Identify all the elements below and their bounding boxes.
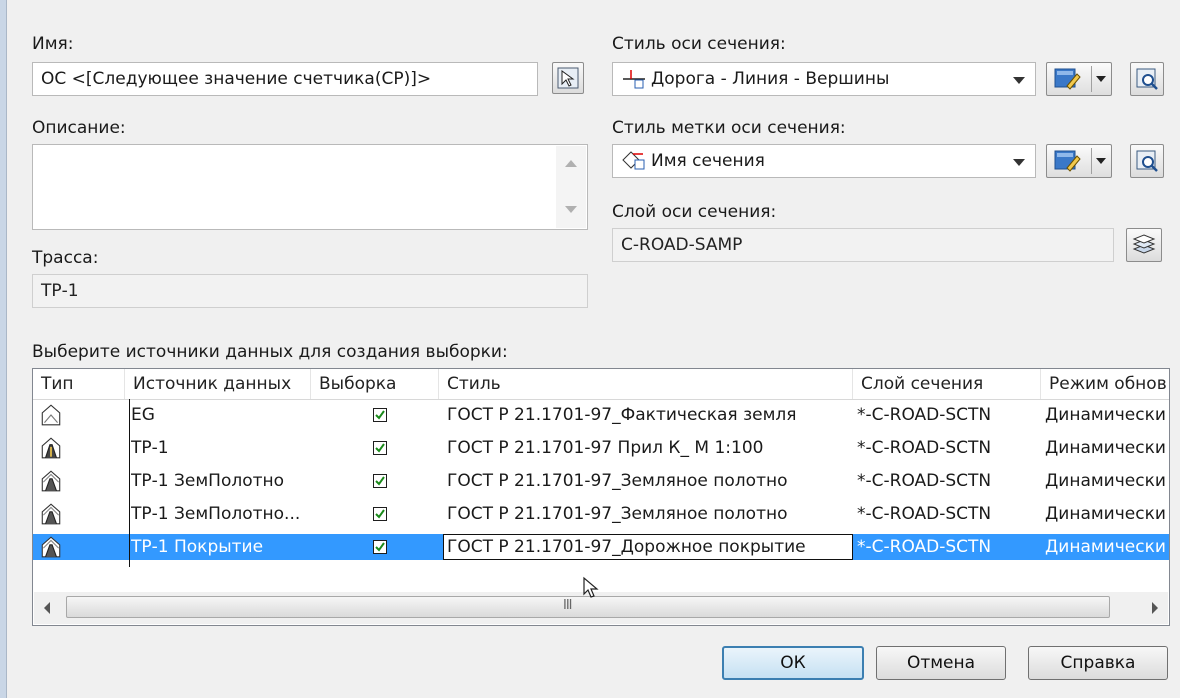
table-row[interactable]: ТР-1 ЗемПолотно... ГОСТ Р 21.1701-97_Земл… bbox=[33, 501, 1169, 527]
column-header-layer[interactable]: Слой сечения bbox=[853, 369, 1041, 399]
column-header-type[interactable]: Тип bbox=[33, 369, 125, 399]
update-mode-cell[interactable]: Динамически bbox=[1045, 501, 1169, 527]
column-header-source[interactable]: Источник данных bbox=[125, 369, 311, 399]
scroll-down-icon[interactable] bbox=[565, 206, 577, 213]
description-scrollbar[interactable] bbox=[556, 146, 586, 228]
style-cell[interactable]: ГОСТ Р 21.1701-97 Прил К_ М 1:100 bbox=[447, 435, 847, 461]
chevron-down-icon bbox=[1013, 159, 1025, 166]
column-header-style[interactable]: Стиль bbox=[439, 369, 853, 399]
source-name-cell[interactable]: ТР-1 ЗемПолотно... bbox=[131, 501, 311, 527]
source-name-cell[interactable]: EG bbox=[131, 402, 311, 428]
section-line-style-browse-button[interactable] bbox=[1130, 62, 1164, 96]
scroll-left-icon[interactable] bbox=[44, 602, 50, 614]
section-line-style-value: Дорога - Линия - Вершины bbox=[651, 69, 890, 89]
section-label-style-value: Имя сечения bbox=[651, 151, 765, 171]
browse-icon bbox=[1136, 68, 1158, 90]
corridor-icon bbox=[39, 435, 63, 461]
edit-style-icon bbox=[1054, 150, 1081, 172]
ok-button[interactable]: ОК bbox=[722, 646, 864, 680]
source-name-cell[interactable]: ТР-1 ЗемПолотно bbox=[131, 468, 311, 494]
description-input[interactable] bbox=[32, 144, 588, 230]
layers-icon bbox=[1132, 234, 1156, 254]
style-cell[interactable]: ГОСТ Р 21.1701-97_Дорожное покрытие bbox=[443, 534, 853, 560]
layer-cell[interactable]: *-C-ROAD-SCTN bbox=[857, 435, 1037, 461]
name-template-button[interactable] bbox=[552, 62, 584, 94]
style-cell[interactable]: ГОСТ Р 21.1701-97_Земляное полотно bbox=[447, 501, 847, 527]
data-sources-label: Выберите источники данных для создания в… bbox=[32, 342, 508, 362]
column-header-update-mode[interactable]: Режим обнов bbox=[1041, 369, 1169, 399]
layer-cell[interactable]: *-C-ROAD-SCTN bbox=[857, 402, 1037, 428]
table-row[interactable]: EG ГОСТ Р 21.1701-97_Фактическая земля *-C… bbox=[33, 402, 1169, 428]
style-cell[interactable]: ГОСТ Р 21.1701-97_Фактическая земля bbox=[447, 402, 847, 428]
alignment-field: ТР-1 bbox=[32, 274, 588, 308]
section-label-style-label: Стиль метки оси сечения: bbox=[612, 118, 846, 138]
update-mode-cell[interactable]: Динамически bbox=[1045, 534, 1169, 560]
edit-name-template-icon bbox=[557, 67, 579, 89]
scroll-grip: III bbox=[563, 598, 572, 613]
chevron-down-icon bbox=[1096, 158, 1106, 164]
layer-select-button[interactable] bbox=[1126, 228, 1162, 262]
scroll-up-icon[interactable] bbox=[565, 160, 577, 167]
sample-checkbox[interactable] bbox=[373, 501, 387, 527]
column-divider bbox=[129, 399, 130, 567]
section-line-style-edit-button[interactable] bbox=[1046, 62, 1112, 96]
section-layer-label: Слой оси сечения: bbox=[612, 202, 777, 222]
section-line-style-icon bbox=[623, 70, 645, 89]
corridor-surface-icon bbox=[39, 501, 63, 527]
table-row[interactable]: ТР-1 Покрытие ГОСТ Р 21.1701-97_Дорожное … bbox=[33, 534, 1169, 560]
corridor-surface-icon bbox=[39, 534, 63, 560]
help-button[interactable]: Справка bbox=[1028, 646, 1168, 680]
sample-checkbox[interactable] bbox=[373, 534, 387, 560]
alignment-label: Трасса: bbox=[32, 248, 99, 268]
source-name-cell[interactable]: ТР-1 bbox=[131, 435, 311, 461]
source-name-cell[interactable]: ТР-1 Покрытие bbox=[131, 534, 311, 560]
cancel-button[interactable]: Отмена bbox=[876, 646, 1006, 680]
layer-cell[interactable]: *-C-ROAD-SCTN bbox=[857, 534, 1037, 560]
style-cell[interactable]: ГОСТ Р 21.1701-97_Земляное полотно bbox=[447, 468, 847, 494]
layer-cell[interactable]: *-C-ROAD-SCTN bbox=[857, 501, 1037, 527]
sample-checkbox[interactable] bbox=[373, 435, 387, 461]
edit-style-icon bbox=[1054, 68, 1081, 90]
surface-icon bbox=[39, 402, 63, 428]
name-input[interactable]: ОС <[Следующее значение счетчика(СР)]> bbox=[32, 62, 538, 96]
mouse-pointer-icon bbox=[583, 576, 599, 598]
section-label-style-browse-button[interactable] bbox=[1130, 144, 1164, 178]
update-mode-cell[interactable]: Динамически bbox=[1045, 468, 1169, 494]
update-mode-cell[interactable]: Динамически bbox=[1045, 402, 1169, 428]
sample-checkbox[interactable] bbox=[373, 402, 387, 428]
column-header-sample[interactable]: Выборка bbox=[311, 369, 439, 399]
table-row[interactable]: ТР-1 ЗемПолотно ГОСТ Р 21.1701-97_Земляно… bbox=[33, 468, 1169, 494]
scroll-right-icon[interactable] bbox=[1152, 602, 1158, 614]
update-mode-cell[interactable]: Динамически bbox=[1045, 435, 1169, 461]
layer-cell[interactable]: *-C-ROAD-SCTN bbox=[857, 468, 1037, 494]
section-label-style-combo[interactable]: Имя сечения bbox=[612, 144, 1036, 178]
browse-icon bbox=[1136, 150, 1158, 172]
sample-checkbox[interactable] bbox=[373, 468, 387, 494]
section-label-style-edit-button[interactable] bbox=[1046, 144, 1112, 178]
corridor-surface-icon bbox=[39, 468, 63, 494]
section-layer-field: C-ROAD-SAMP bbox=[612, 228, 1114, 262]
section-line-style-label: Стиль оси сечения: bbox=[612, 34, 786, 54]
chevron-down-icon bbox=[1096, 76, 1106, 82]
chevron-down-icon bbox=[1013, 77, 1025, 84]
description-label: Описание: bbox=[32, 118, 126, 138]
label-style-icon bbox=[622, 151, 645, 170]
table-row[interactable]: ТР-1 ГОСТ Р 21.1701-97 Прил К_ М 1:100 *-C… bbox=[33, 435, 1169, 461]
name-label: Имя: bbox=[32, 34, 74, 54]
window-left-edge bbox=[0, 0, 7, 698]
section-line-style-combo[interactable]: Дорога - Линия - Вершины bbox=[612, 62, 1036, 96]
